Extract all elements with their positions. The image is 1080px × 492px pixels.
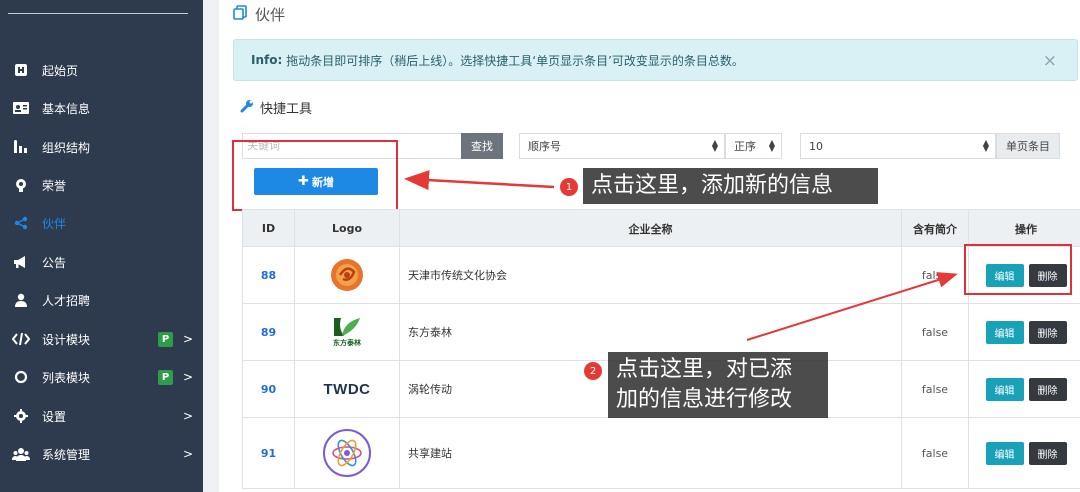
sidebar-item-settings[interactable]: 设置 > [0, 397, 203, 435]
circle-icon [12, 368, 30, 386]
sidebar-item-label: 系统管理 [42, 447, 91, 462]
sidebar-item-honor[interactable]: 荣誉 [0, 166, 203, 204]
sidebar-item-system[interactable]: 系统管理 > [0, 435, 203, 473]
annotation-line: 点击这里，对已添 [616, 357, 793, 382]
sidebar-item-org[interactable]: 组织结构 [0, 128, 203, 166]
sidebar-item-label: 设计模块 [42, 332, 91, 347]
content-gutter [203, 0, 219, 492]
pro-badge: P [158, 369, 173, 385]
sidebar-item-label: 组织结构 [42, 140, 91, 155]
sidebar-item-notice[interactable]: 公告 [0, 243, 203, 281]
sidebar-item-label: 公告 [42, 255, 67, 270]
main-content: 伙伴 Info: 拖动条目即可排序（稍后上线）。选择快捷工具‘单页显示条目’可改… [219, 0, 1080, 492]
sidebar-item-design[interactable]: 设计模块 P > [0, 320, 203, 358]
pro-badge: P [158, 331, 173, 347]
sidebar-item-label: 设置 [42, 409, 67, 424]
medal-icon [12, 176, 30, 194]
sidebar-item-label: 起始页 [42, 63, 79, 78]
sidebar: 起始页 基本信息 组织结构 荣誉 伙伴 公告 人才招聘 设计模块 P > 列表模… [0, 0, 203, 492]
annotation-callout: 点击这里，添加新的信息 [583, 168, 878, 204]
sidebar-item-basic-info[interactable]: 基本信息 [0, 89, 203, 127]
sidebar-divider [8, 13, 188, 14]
step-badge: 1 [560, 178, 578, 196]
chevron-right-icon: > [183, 409, 194, 423]
sidebar-item-label: 基本信息 [42, 101, 91, 116]
sidebar-item-home[interactable]: 起始页 [0, 51, 203, 89]
sidebar-item-label: 伙伴 [42, 216, 67, 231]
sidebar-item-label: 人才招聘 [42, 293, 91, 308]
id-card-icon [12, 99, 30, 117]
megaphone-icon [12, 253, 30, 271]
gear-icon [12, 407, 30, 425]
step-badge: 2 [584, 362, 602, 380]
sidebar-item-recruit[interactable]: 人才招聘 [0, 281, 203, 319]
chevron-right-icon: > [183, 370, 194, 384]
sidebar-item-list[interactable]: 列表模块 P > [0, 358, 203, 396]
annotation-callout: 点击这里，对已添 加的信息进行修改 [608, 352, 828, 418]
arrow-to-edit [746, 272, 958, 341]
home-icon [12, 61, 30, 79]
sidebar-item-partners[interactable]: 伙伴 [0, 204, 203, 242]
user-icon [12, 291, 30, 309]
sidebar-item-label: 列表模块 [42, 370, 91, 385]
chevron-right-icon: > [183, 447, 194, 461]
code-icon [12, 330, 30, 348]
sidebar-item-label: 荣誉 [42, 178, 67, 193]
annotation-line: 加的信息进行修改 [616, 387, 793, 412]
share-icon [12, 214, 30, 232]
chevron-right-icon: > [183, 332, 194, 346]
annotation-arrows [404, 170, 958, 341]
org-chart-icon [12, 138, 30, 156]
arrow-to-add [404, 170, 555, 191]
users-icon [12, 445, 30, 463]
